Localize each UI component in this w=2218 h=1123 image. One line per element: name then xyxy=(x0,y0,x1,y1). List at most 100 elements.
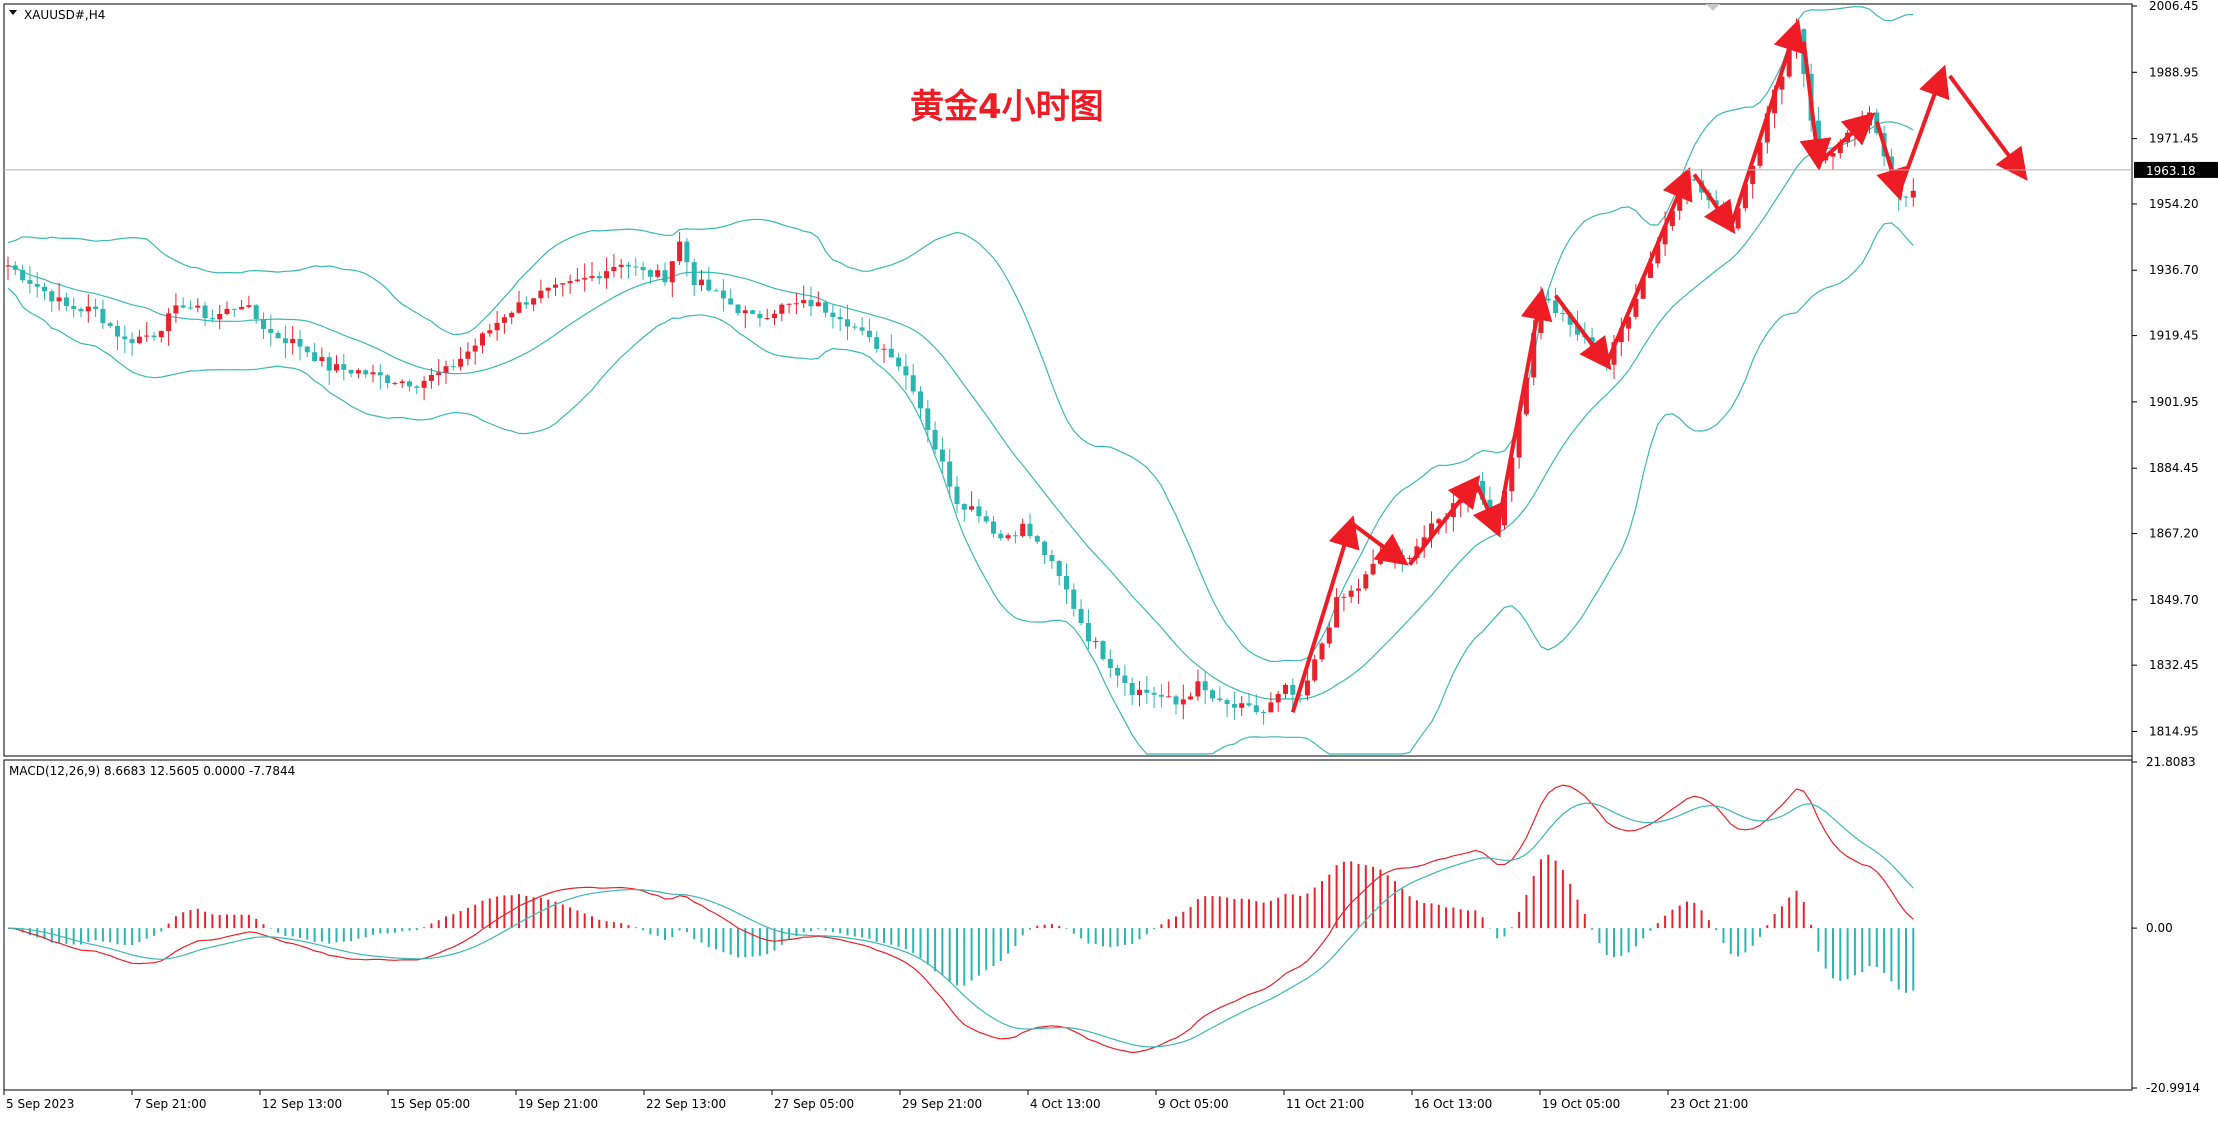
candle-body xyxy=(1100,641,1106,659)
candle-body xyxy=(684,241,690,263)
candle-body xyxy=(531,298,537,305)
candle-body xyxy=(1560,312,1566,314)
annotation-arrow xyxy=(1874,120,1908,201)
symbol-dropdown-icon[interactable] xyxy=(9,10,17,15)
candle-body xyxy=(312,352,318,362)
candle-body xyxy=(1195,681,1201,697)
candle-body xyxy=(1253,705,1259,713)
candle-body xyxy=(837,316,843,320)
price-tick-label: 1901.95 xyxy=(2149,395,2199,409)
candle-body xyxy=(414,386,420,388)
candle-body xyxy=(742,310,748,314)
candle-body xyxy=(830,312,836,317)
candle-body xyxy=(334,364,339,371)
candle-body xyxy=(655,270,661,277)
current-price-label: 1963.18 xyxy=(2146,164,2196,178)
candle-body xyxy=(925,408,931,431)
candle-body xyxy=(173,305,179,314)
candle-body xyxy=(27,280,33,284)
time-tick-label: 4 Oct 13:00 xyxy=(1030,1097,1101,1111)
candle-body xyxy=(786,303,792,305)
candle-body xyxy=(239,306,245,310)
candle-body xyxy=(720,290,726,299)
candle-body xyxy=(669,261,675,283)
chart-canvas[interactable]: XAUUSD#,H4 黄金4小时图 MACD(12,26,9) 8.6683 1… xyxy=(0,0,2218,1119)
candle-body xyxy=(85,306,91,312)
candle-body xyxy=(852,326,858,328)
candle-body xyxy=(421,380,427,388)
candle-body xyxy=(107,323,113,326)
candle-body xyxy=(341,364,347,370)
candle-body xyxy=(728,298,734,305)
symbol-label: XAUUSD#,H4 xyxy=(24,8,105,22)
candle-body xyxy=(407,381,412,387)
signal-line xyxy=(7,802,1914,1048)
candle-body xyxy=(932,430,938,450)
candle-body xyxy=(1122,675,1128,683)
candle-body xyxy=(662,270,668,283)
candle-body xyxy=(866,330,872,338)
candle-body xyxy=(1129,682,1135,695)
candle-body xyxy=(487,330,493,334)
candle-body xyxy=(1385,556,1391,559)
candle-body xyxy=(231,308,237,310)
annotation-arrow xyxy=(1896,64,1950,195)
candle-body xyxy=(290,338,296,344)
candle-body xyxy=(428,375,434,381)
candle-body xyxy=(1283,684,1288,694)
candle-body xyxy=(947,461,953,487)
candle-body xyxy=(1319,643,1325,660)
candle-body xyxy=(1377,556,1383,564)
time-tick-label: 19 Oct 05:00 xyxy=(1542,1097,1620,1111)
candle-body xyxy=(1224,700,1230,704)
time-tick-label: 16 Oct 13:00 xyxy=(1414,1097,1492,1111)
candle-body xyxy=(1202,681,1208,691)
candle-body xyxy=(319,357,325,362)
candle-body xyxy=(1115,667,1121,676)
candle-body xyxy=(392,383,398,385)
candle-body xyxy=(195,305,201,308)
candle-body xyxy=(691,262,697,286)
candle-body xyxy=(874,337,880,349)
time-tick-label: 5 Sep 2023 xyxy=(6,1097,74,1111)
candle-body xyxy=(1545,298,1551,301)
candle-body xyxy=(859,327,865,331)
candle-body xyxy=(129,339,135,344)
candle-body xyxy=(1158,694,1164,697)
price-tick-label: 1832.45 xyxy=(2149,658,2199,672)
candle-body xyxy=(56,297,62,302)
candle-body xyxy=(1290,684,1296,695)
candle-body xyxy=(1093,641,1099,643)
candle-body xyxy=(845,319,850,327)
candle-body xyxy=(567,281,573,284)
macd-line xyxy=(7,784,1914,1054)
annotation-arrow xyxy=(1472,480,1503,538)
time-tick-label: 23 Oct 21:00 xyxy=(1670,1097,1748,1111)
annotation-arrow xyxy=(1553,294,1612,371)
candle-body xyxy=(750,310,756,314)
candle-body xyxy=(1246,703,1252,706)
chart-window[interactable]: XAUUSD#,H4 黄金4小时图 MACD(12,26,9) 8.6683 1… xyxy=(0,0,2218,1119)
candle-body xyxy=(881,348,887,350)
candle-body xyxy=(275,332,281,339)
candle-body xyxy=(1326,627,1332,644)
candle-body xyxy=(976,506,982,517)
candle-body xyxy=(1137,689,1142,695)
candle-body xyxy=(1173,696,1179,705)
candle-body xyxy=(1268,702,1274,713)
candle-body xyxy=(1341,596,1347,598)
chart-shift-marker-icon[interactable] xyxy=(1706,4,1720,11)
candle-body xyxy=(122,336,128,340)
candle-body xyxy=(224,308,230,314)
candle-body xyxy=(896,357,902,367)
candle-body xyxy=(136,336,142,344)
candle-body xyxy=(209,318,215,320)
candle-body xyxy=(1334,597,1340,628)
candle-body xyxy=(377,372,383,376)
macd-tick-label: 21.8083 xyxy=(2146,755,2196,769)
candle-body xyxy=(991,521,996,534)
candle-body xyxy=(1231,703,1237,708)
candle-body xyxy=(626,264,631,267)
candle-body xyxy=(1910,190,1916,198)
candle-body xyxy=(63,297,69,306)
